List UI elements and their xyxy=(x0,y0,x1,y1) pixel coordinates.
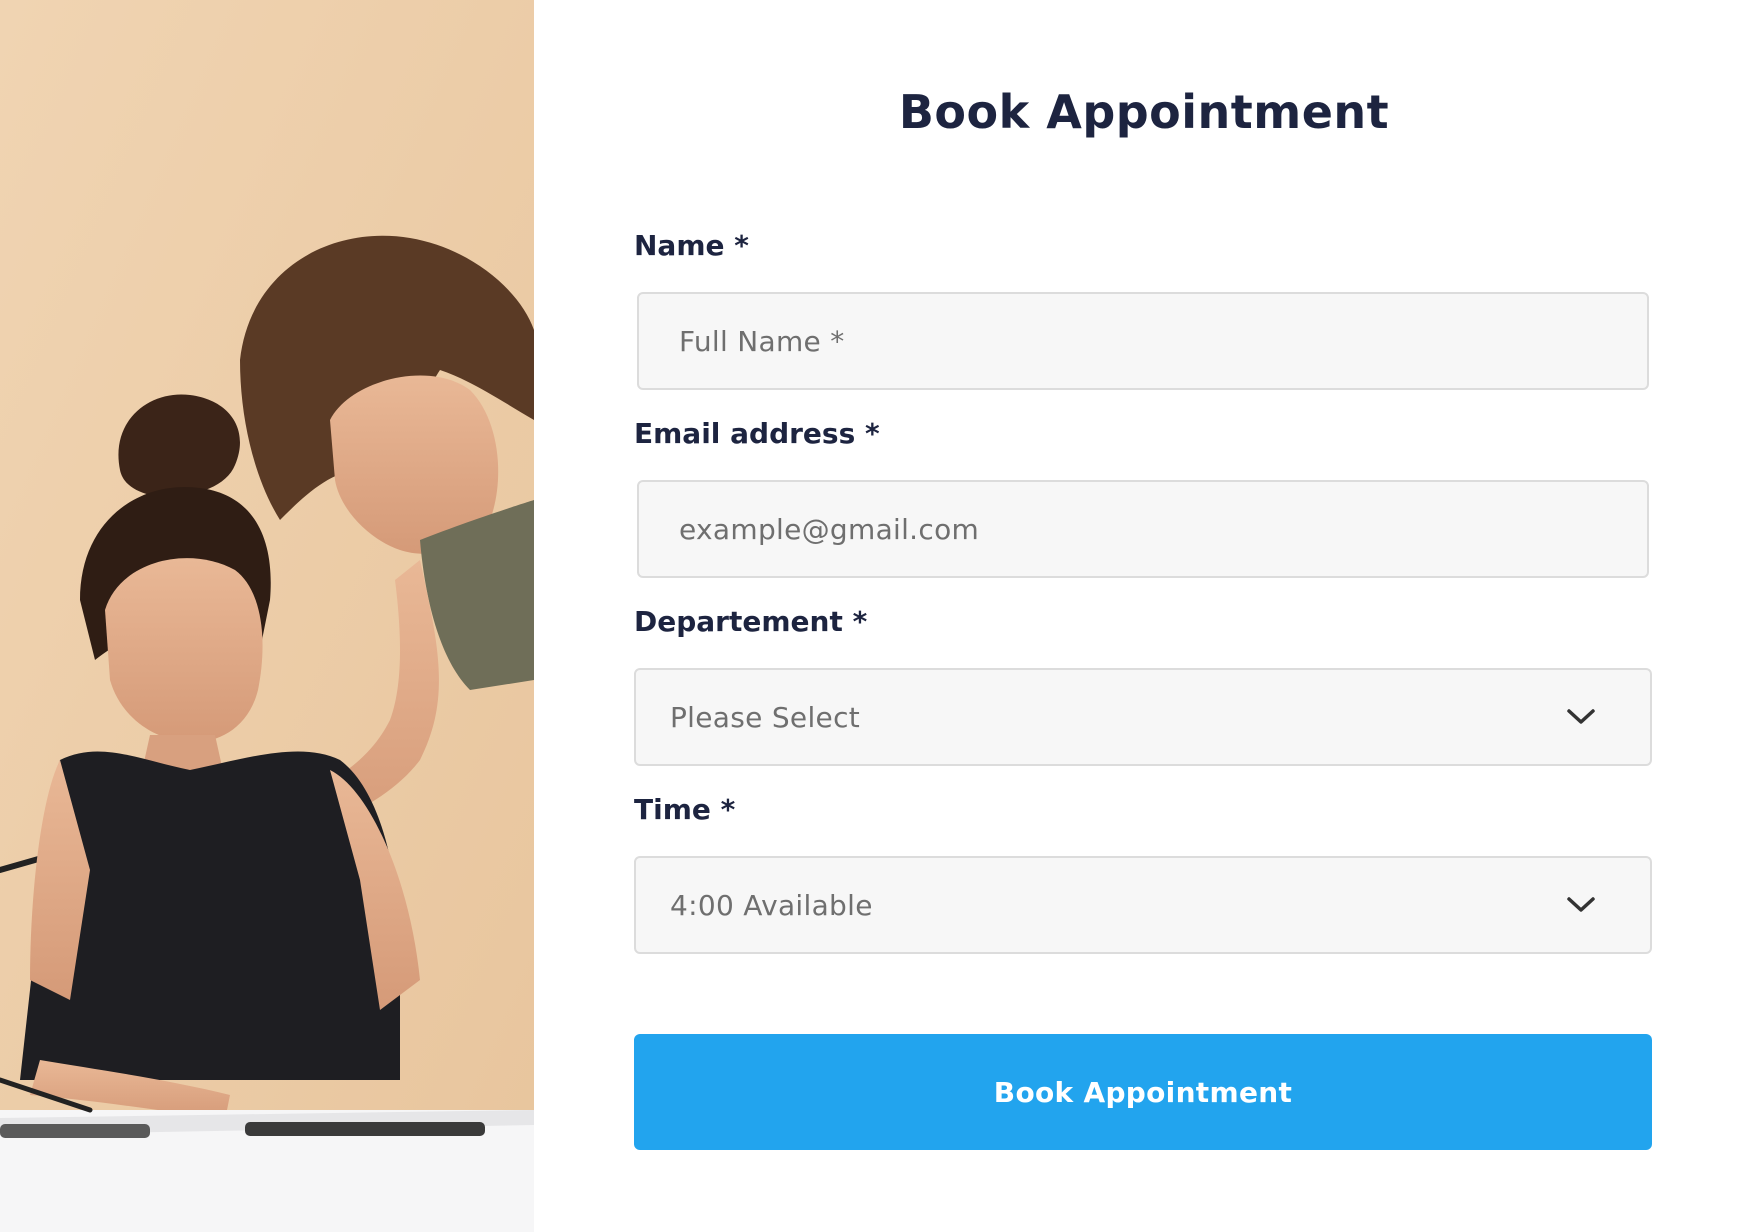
email-input[interactable]: example@gmail.com xyxy=(637,480,1649,578)
time-label: Time * xyxy=(634,793,736,826)
chevron-down-icon xyxy=(1566,707,1596,727)
department-select[interactable]: Please Select xyxy=(634,668,1652,766)
hero-photo xyxy=(0,0,534,1232)
booking-page: Book Appointment Name * Full Name * Emai… xyxy=(0,0,1754,1232)
name-label: Name * xyxy=(634,229,749,262)
email-placeholder: example@gmail.com xyxy=(679,512,980,546)
time-selected-value: 4:00 Available xyxy=(670,888,873,922)
name-input[interactable]: Full Name * xyxy=(637,292,1649,390)
form-title: Book Appointment xyxy=(898,85,1390,139)
department-selected-value: Please Select xyxy=(670,700,861,734)
book-appointment-button[interactable]: Book Appointment xyxy=(634,1034,1652,1150)
time-select[interactable]: 4:00 Available xyxy=(634,856,1652,954)
department-label: Departement * xyxy=(634,605,868,638)
email-label: Email address * xyxy=(634,417,880,450)
name-placeholder: Full Name * xyxy=(679,324,845,358)
booking-form: Book Appointment Name * Full Name * Emai… xyxy=(534,0,1754,1232)
chevron-down-icon xyxy=(1566,895,1596,915)
